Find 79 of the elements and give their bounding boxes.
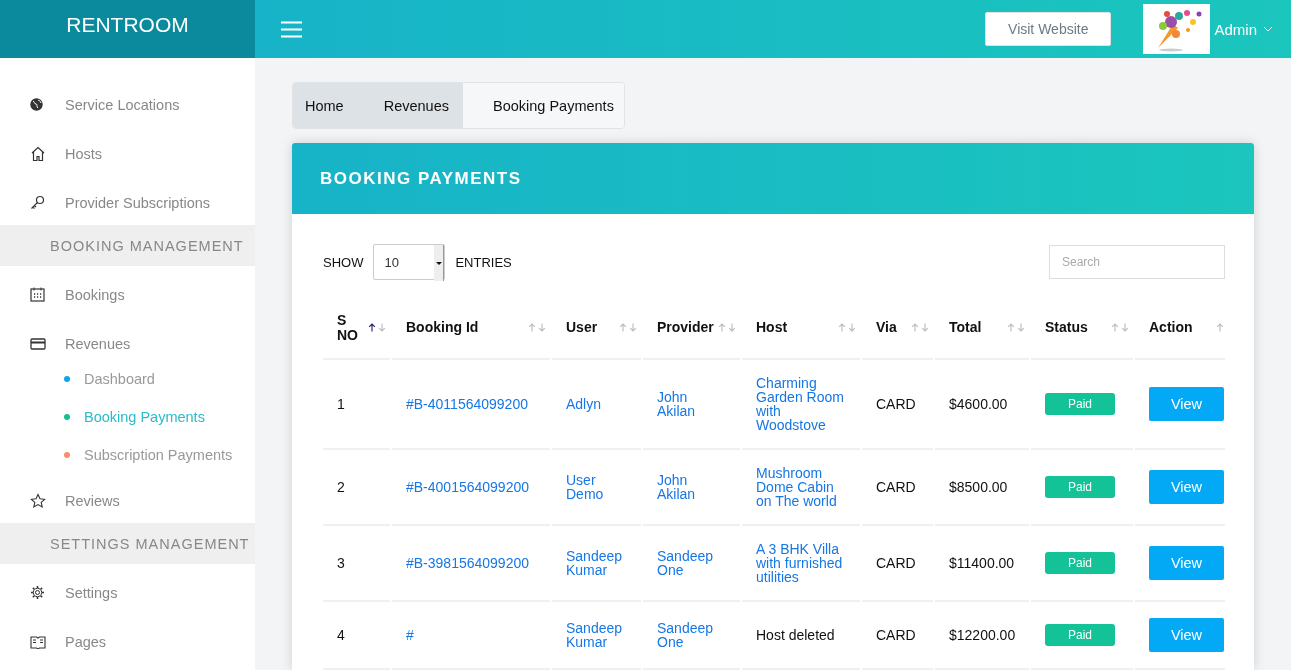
show-label: SHOW (323, 254, 364, 270)
caret-icon[interactable] (434, 245, 445, 281)
key-icon (30, 195, 45, 210)
sidebar-item[interactable]: Bookings (0, 270, 255, 319)
host-link[interactable]: Mushroom Dome Cabin on The world (756, 466, 844, 508)
credit-card-icon (30, 337, 46, 350)
column-header[interactable]: Via (876, 320, 897, 335)
table-cell: CARD (876, 627, 916, 643)
provider-link[interactable]: John Akilan (657, 390, 724, 418)
search-field[interactable]: Search (1049, 245, 1225, 279)
column-header[interactable]: Booking Id (406, 320, 479, 335)
table-cell: 1 (337, 396, 345, 412)
globe-icon (30, 98, 43, 111)
user-link[interactable]: Sandeep Kumar (566, 549, 625, 577)
sort-icon[interactable] (368, 323, 388, 332)
table-cell: $12200.00 (949, 627, 1016, 643)
column-header[interactable]: Total (949, 320, 982, 335)
section-heading: BOOKING MANAGEMENT (0, 225, 255, 266)
sidebar-item[interactable]: Hosts (0, 129, 255, 178)
booking-id-link[interactable]: #B-4001564099200 (406, 480, 534, 494)
view-button[interactable]: View (1149, 470, 1224, 504)
status-badge: Paid (1045, 393, 1115, 415)
column-header[interactable]: Status (1045, 320, 1088, 335)
table-cell: $4600.00 (949, 396, 1008, 412)
chevron-down-icon[interactable] (1263, 26, 1273, 32)
breadcrumb-link[interactable]: Revenues (357, 83, 463, 128)
provider-link[interactable]: John Akilan (657, 473, 724, 501)
table-cell: 3 (337, 555, 345, 571)
sidebar-item[interactable]: Pages (0, 617, 255, 666)
visit-website-button[interactable]: Visit Website (985, 12, 1112, 46)
menu-icon[interactable] (281, 20, 302, 38)
card-title: BOOKING PAYMENTS (320, 168, 522, 189)
column-header[interactable]: Host (756, 320, 788, 335)
view-button[interactable]: View (1149, 387, 1224, 421)
subitem-label: Subscription Payments (84, 447, 233, 463)
status-badge: Paid (1045, 552, 1115, 574)
book-icon (30, 634, 46, 649)
calendar-icon (30, 287, 45, 302)
page-size-select[interactable]: 10 (373, 244, 446, 280)
settings-icon (30, 585, 45, 600)
entries-label: ENTRIES (455, 254, 512, 270)
sidebar-subitem[interactable]: Booking Payments (0, 398, 255, 436)
column-header[interactable]: S NO (337, 312, 359, 343)
booking-id-link[interactable]: #B-3981564099200 (406, 556, 534, 570)
table-cell: CARD (876, 555, 916, 571)
provider-link[interactable]: Sandeep One (657, 621, 724, 649)
column-header[interactable]: User (566, 320, 598, 335)
table-cell: 4 (337, 627, 345, 643)
sidebar-item[interactable]: Provider Subscriptions (0, 178, 255, 227)
column-header[interactable]: Action (1149, 320, 1193, 335)
host-link[interactable]: Charming Garden Room with Woodstove (756, 376, 844, 432)
booking-id-link[interactable]: # (406, 628, 534, 642)
host-link[interactable]: A 3 BHK Villa with furnished utilities (756, 542, 844, 584)
breadcrumb-link[interactable]: Home (293, 83, 358, 128)
sidebar-item[interactable]: Reviews (0, 476, 255, 525)
booking-id-link[interactable]: #B-4011564099200 (406, 397, 534, 411)
subitem-label: Dashboard (84, 371, 155, 387)
home-icon (30, 145, 46, 162)
provider-link[interactable]: Sandeep One (657, 549, 724, 577)
user-link[interactable]: User Demo (566, 473, 625, 501)
user-link[interactable]: Adlyn (566, 397, 625, 411)
status-badge: Paid (1045, 624, 1115, 646)
table-cell: CARD (876, 396, 916, 412)
table-cell: Host deleted (756, 627, 835, 643)
table-cell: 2 (337, 479, 345, 495)
table-cell: $8500.00 (949, 479, 1008, 495)
star-icon (30, 492, 46, 509)
section-heading: SETTINGS MANAGEMENT (0, 523, 255, 564)
view-button[interactable]: View (1149, 618, 1224, 652)
user-link[interactable]: Sandeep Kumar (566, 621, 625, 649)
table-cell: $11400.00 (949, 555, 1015, 571)
status-badge: Paid (1045, 476, 1115, 498)
sidebar-subitem[interactable]: Subscription Payments (0, 436, 255, 474)
view-button[interactable]: View (1149, 546, 1224, 580)
table-cell: CARD (876, 479, 916, 495)
sidebar-item[interactable]: Settings (0, 568, 255, 617)
column-header[interactable]: Provider (657, 320, 714, 335)
subitem-label: Booking Payments (84, 409, 205, 425)
sidebar-item[interactable]: Service Locations (0, 80, 255, 129)
